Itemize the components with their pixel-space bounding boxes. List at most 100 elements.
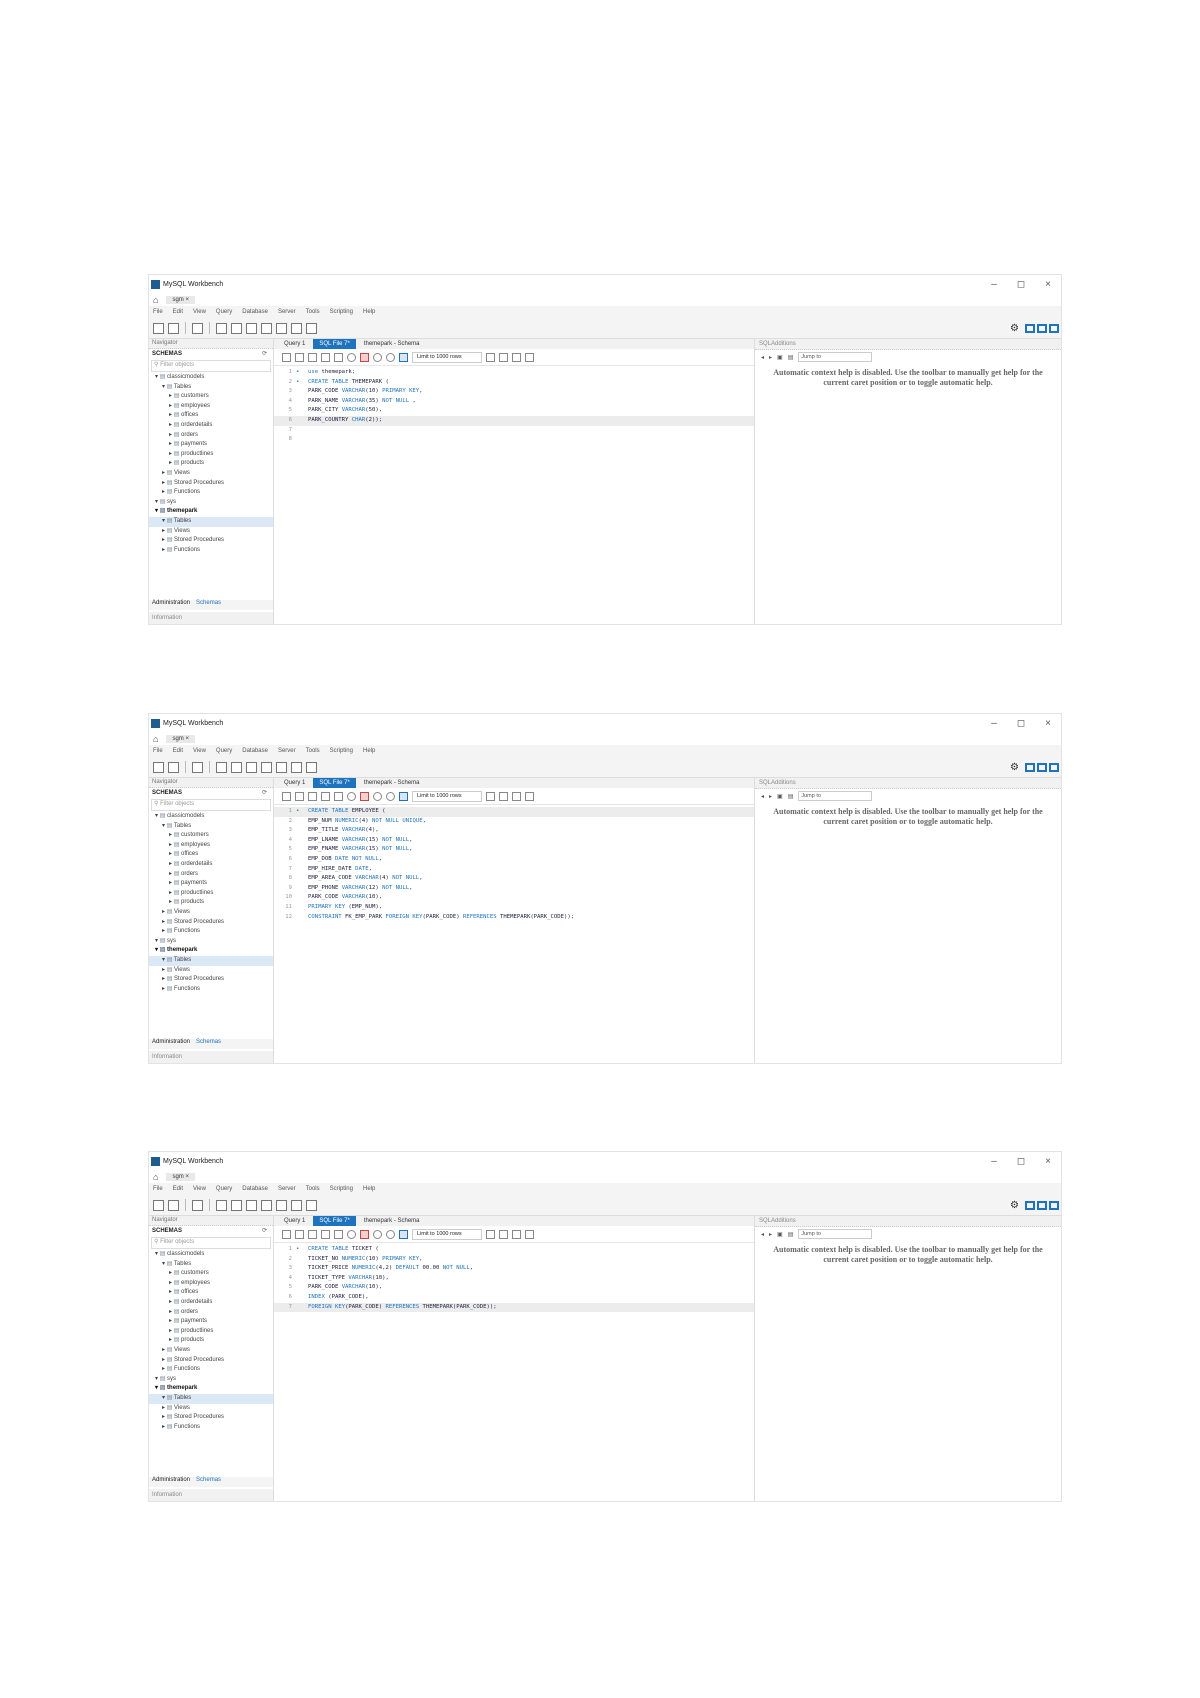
menu-database[interactable]: Database xyxy=(242,309,268,315)
commit-icon[interactable] xyxy=(373,352,382,362)
word-wrap-icon[interactable] xyxy=(525,791,534,801)
beautify-icon[interactable] xyxy=(486,1229,495,1239)
find-icon[interactable] xyxy=(499,352,508,362)
tab-schemas[interactable]: Schemas xyxy=(196,600,221,610)
execute-statement-icon[interactable] xyxy=(321,1229,330,1239)
menu-server[interactable]: Server xyxy=(278,309,296,315)
forward-icon[interactable]: ▸ xyxy=(769,793,772,800)
tree-item[interactable]: ▸ ▤ orderdetails xyxy=(149,421,273,431)
maximize-button[interactable]: ◻ xyxy=(1017,1156,1025,1167)
tree-item[interactable]: ▾ ▤ Tables xyxy=(149,383,273,393)
create-procedure-icon[interactable] xyxy=(261,761,272,773)
reconnect-icon[interactable] xyxy=(306,322,317,334)
tree-item[interactable]: ▸ ▤ offices xyxy=(149,411,273,421)
execute-statement-icon[interactable] xyxy=(321,352,330,362)
tab-query-1[interactable]: Query 1 xyxy=(278,778,311,788)
tree-item[interactable]: ▾ ▤ classicmodels xyxy=(149,1250,273,1260)
auto-help-icon[interactable]: ▤ xyxy=(788,354,794,361)
menu-database[interactable]: Database xyxy=(242,748,268,754)
create-table-icon[interactable] xyxy=(231,761,242,773)
tree-item[interactable]: ▸ ▤ Stored Procedures xyxy=(149,536,273,546)
toggle-error-icon[interactable] xyxy=(360,791,369,801)
close-button[interactable]: × xyxy=(1045,718,1051,729)
tree-item[interactable]: ▾ ▤ classicmodels xyxy=(149,373,273,383)
minimize-button[interactable]: – xyxy=(991,1156,997,1167)
close-button[interactable]: × xyxy=(1045,279,1051,290)
tree-item[interactable]: ▸ ▤ productlines xyxy=(149,450,273,460)
menu-query[interactable]: Query xyxy=(216,748,232,754)
tree-item[interactable]: ▸ ▤ Functions xyxy=(149,985,273,995)
connection-tab[interactable]: sgm × xyxy=(166,1172,195,1181)
filter-input[interactable]: ⚲ Filter objects xyxy=(151,1237,271,1249)
menu-file[interactable]: File xyxy=(153,748,163,754)
tree-item[interactable]: ▸ ▤ offices xyxy=(149,1288,273,1298)
menu-edit[interactable]: Edit xyxy=(173,1186,183,1192)
connection-tab[interactable]: sgm × xyxy=(166,734,195,743)
tree-item[interactable]: ▾ ▤ Tables xyxy=(149,1393,273,1404)
beautify-icon[interactable] xyxy=(486,791,495,801)
tab-administration[interactable]: Administration xyxy=(152,1039,190,1049)
limit-rows-select[interactable]: Limit to 1000 rows xyxy=(412,351,482,363)
invisible-chars-icon[interactable] xyxy=(512,352,521,362)
tab-themepark-schema[interactable]: themepark - Schema xyxy=(358,1216,426,1226)
commit-icon[interactable] xyxy=(373,1229,382,1239)
open-sql-script-icon[interactable] xyxy=(168,1199,179,1211)
toggle-sidebar-icon[interactable] xyxy=(1025,762,1035,772)
search-table-data-icon[interactable] xyxy=(291,761,302,773)
new-sql-tab-icon[interactable] xyxy=(153,761,164,773)
search-table-data-icon[interactable] xyxy=(291,1199,302,1211)
autocommit-icon[interactable] xyxy=(399,352,408,362)
create-view-icon[interactable] xyxy=(246,761,257,773)
menu-edit[interactable]: Edit xyxy=(173,309,183,315)
tree-item[interactable]: ▸ ▤ payments xyxy=(149,1317,273,1327)
explain-icon[interactable] xyxy=(334,352,343,362)
create-view-icon[interactable] xyxy=(246,1199,257,1211)
tab-schemas[interactable]: Schemas xyxy=(196,1039,221,1049)
open-sql-script-icon[interactable] xyxy=(168,761,179,773)
tree-item[interactable]: ▸ ▤ Stored Procedures xyxy=(149,479,273,489)
tree-item[interactable]: ▸ ▤ customers xyxy=(149,392,273,402)
auto-help-icon[interactable]: ▤ xyxy=(788,793,794,800)
tree-item[interactable]: ▸ ▤ Functions xyxy=(149,927,273,937)
gear-icon[interactable]: ⚙ xyxy=(1010,762,1019,773)
tree-item[interactable]: ▸ ▤ Functions xyxy=(149,488,273,498)
menu-file[interactable]: File xyxy=(153,309,163,315)
tree-item[interactable]: ▸ ▤ orders xyxy=(149,870,273,880)
code-area[interactable]: 1 • CREATE TABLE EMPLOYEE (2 EMP_NUM NUMERI… xyxy=(274,805,754,922)
toggle-output-icon[interactable] xyxy=(1037,1200,1047,1210)
menu-tools[interactable]: Tools xyxy=(306,309,320,315)
menu-help[interactable]: Help xyxy=(363,1186,375,1192)
tree-item[interactable]: ▸ ▤ offices xyxy=(149,850,273,860)
tree-item[interactable]: ▸ ▤ employees xyxy=(149,1279,273,1289)
tree-item[interactable]: ▾ ▤ sys xyxy=(149,937,273,947)
autocommit-icon[interactable] xyxy=(399,791,408,801)
stop-icon[interactable] xyxy=(347,352,356,362)
menu-server[interactable]: Server xyxy=(278,748,296,754)
jump-to-select[interactable]: Jump to xyxy=(798,1229,873,1239)
rollback-icon[interactable] xyxy=(386,352,395,362)
maximize-button[interactable]: ◻ xyxy=(1017,718,1025,729)
inspector-icon[interactable] xyxy=(192,322,203,334)
auto-help-icon[interactable]: ▤ xyxy=(788,1231,794,1238)
search-table-data-icon[interactable] xyxy=(291,322,302,334)
tree-item[interactable]: ▾ ▤ sys xyxy=(149,498,273,508)
tree-item[interactable]: ▸ ▤ Stored Procedures xyxy=(149,975,273,985)
execute-icon[interactable] xyxy=(308,1229,317,1239)
rollback-icon[interactable] xyxy=(386,791,395,801)
menu-scripting[interactable]: Scripting xyxy=(330,309,353,315)
manual-help-icon[interactable]: ▣ xyxy=(777,793,783,800)
filter-input[interactable]: ⚲ Filter objects xyxy=(151,799,271,811)
invisible-chars-icon[interactable] xyxy=(512,1229,521,1239)
toggle-error-icon[interactable] xyxy=(360,352,369,362)
limit-rows-select[interactable]: Limit to 1000 rows xyxy=(412,1228,482,1240)
create-function-icon[interactable] xyxy=(276,761,287,773)
toggle-secondary-sidebar-icon[interactable] xyxy=(1049,762,1059,772)
reconnect-icon[interactable] xyxy=(306,1199,317,1211)
commit-icon[interactable] xyxy=(373,791,382,801)
tab-administration[interactable]: Administration xyxy=(152,600,190,610)
tree-item[interactable]: ▾ ▤ themepark xyxy=(149,1384,273,1394)
rollback-icon[interactable] xyxy=(386,1229,395,1239)
tree-item[interactable]: ▸ ▤ Functions xyxy=(149,1365,273,1375)
find-icon[interactable] xyxy=(499,791,508,801)
menu-query[interactable]: Query xyxy=(216,309,232,315)
